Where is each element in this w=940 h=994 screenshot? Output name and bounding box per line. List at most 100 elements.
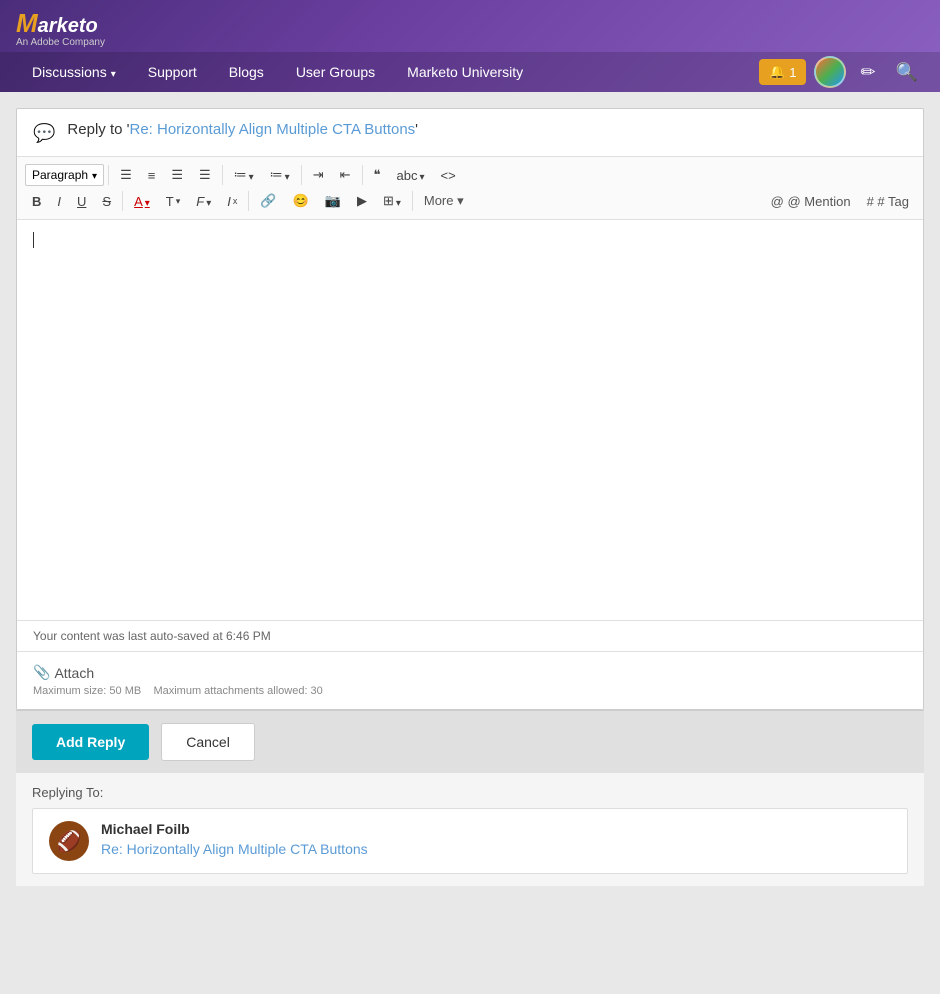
underline-icon: U — [77, 194, 86, 209]
emoji-button[interactable]: 😊 — [286, 189, 316, 213]
align-left-icon: ☰ — [120, 167, 132, 183]
list-unordered-icon: ≔ — [234, 167, 247, 183]
editor-title: Reply to 'Re: Horizontally Align Multipl… — [67, 121, 418, 138]
editor-body[interactable] — [17, 220, 923, 620]
at-icon: @ — [771, 194, 784, 209]
nav-blogs[interactable]: Blogs — [213, 52, 280, 92]
toolbar-separator — [108, 165, 109, 185]
list-unordered-chevron — [249, 168, 254, 183]
align-center-button[interactable]: ≡ — [141, 164, 163, 187]
toolbar-separator-6 — [248, 191, 249, 211]
link-button[interactable]: 🔗 — [253, 189, 283, 213]
edit-icon: ✏ — [860, 62, 875, 82]
attach-info: Maximum size: 50 MB Maximum attachments … — [33, 685, 907, 697]
attach-link[interactable]: 📎 Attach — [33, 664, 907, 681]
replying-label: Replying To: — [32, 785, 908, 800]
title-suffix: ' — [415, 121, 418, 138]
list-ordered-button[interactable]: ≔ — [263, 163, 297, 187]
main-content: 💬 Reply to 'Re: Horizontally Align Multi… — [0, 92, 940, 976]
nav-support[interactable]: Support — [132, 52, 213, 92]
editor-container: 💬 Reply to 'Re: Horizontally Align Multi… — [16, 108, 924, 710]
mention-tag-group: @ @ Mention # # Tag — [765, 191, 915, 212]
add-reply-button[interactable]: Add Reply — [32, 724, 149, 760]
toolbar-separator-4 — [362, 165, 363, 185]
bell-icon: 🔔 — [769, 64, 785, 80]
nav-user-groups-label: User Groups — [296, 64, 375, 80]
italic-icon: I — [57, 194, 61, 209]
search-button[interactable]: 🔍 — [890, 56, 924, 89]
toolbar-separator-3 — [301, 165, 302, 185]
reply-post-title[interactable]: Re: Horizontally Align Multiple CTA Butt… — [101, 841, 368, 857]
attach-label: Attach — [54, 665, 94, 681]
title-prefix: Reply to ' — [67, 121, 129, 138]
camera-icon: 📷 — [325, 193, 341, 209]
search-icon: 🔍 — [896, 62, 918, 82]
strikethrough-button[interactable]: S — [95, 190, 118, 213]
nav-marketo-university[interactable]: Marketo University — [391, 52, 539, 92]
font-family-icon: F — [196, 194, 204, 209]
italic-button[interactable]: I — [50, 190, 68, 213]
mention-button[interactable]: @ @ Mention — [765, 191, 857, 212]
table-button[interactable]: ⊞ — [376, 189, 408, 213]
more-button[interactable]: More ▾ — [417, 189, 471, 213]
align-center-icon: ≡ — [148, 168, 156, 183]
logo-bar: Marketo An Adobe Company — [0, 0, 940, 52]
reply-avatar: 🏈 — [49, 821, 89, 861]
video-icon: ▶ — [357, 193, 367, 209]
tag-button[interactable]: # # Tag — [861, 191, 915, 212]
blockquote-button[interactable]: ❝ — [367, 163, 388, 187]
clear-format-icon: I — [227, 194, 231, 209]
toolbar-row2: B I U S A T▾ — [25, 189, 915, 213]
bold-icon: B — [32, 194, 41, 209]
indent-button[interactable]: ⇥ — [306, 163, 331, 187]
attach-section: 📎 Attach Maximum size: 50 MB Maximum att… — [17, 651, 923, 709]
football-icon: 🏈 — [57, 829, 82, 854]
attach-max-count: Maximum attachments allowed: 30 — [153, 685, 322, 697]
text-size-icon: T — [166, 194, 174, 209]
tag-label: # Tag — [877, 194, 909, 209]
more-label: More ▾ — [424, 193, 464, 209]
table-icon: ⊞ — [383, 193, 394, 209]
edit-button[interactable]: ✏ — [854, 56, 881, 89]
notification-count: 1 — [789, 65, 796, 80]
outdent-button[interactable]: ⇤ — [333, 163, 358, 187]
source-button[interactable]: <> — [434, 164, 463, 187]
align-left-button[interactable]: ☰ — [113, 163, 139, 187]
cancel-button[interactable]: Cancel — [161, 723, 255, 761]
nav-discussions[interactable]: Discussions — [16, 52, 132, 92]
font-color-button[interactable]: A — [127, 190, 157, 213]
video-button[interactable]: ▶ — [350, 189, 374, 213]
font-family-button[interactable]: F — [189, 190, 218, 213]
chevron-down-icon — [111, 64, 116, 80]
logo-text: arketo — [38, 15, 98, 37]
font-family-chevron — [206, 194, 211, 209]
outdent-icon: ⇤ — [340, 167, 351, 183]
paragraph-chevron-icon — [92, 168, 97, 182]
spellcheck-chevron — [419, 168, 424, 183]
image-button[interactable]: 📷 — [318, 189, 348, 213]
notification-button[interactable]: 🔔 1 — [759, 59, 806, 85]
bold-button[interactable]: B — [25, 190, 48, 213]
mention-label: @ Mention — [788, 194, 851, 209]
text-size-button[interactable]: T▾ — [159, 190, 187, 213]
paragraph-select[interactable]: Paragraph — [25, 164, 104, 186]
spellcheck-button[interactable]: abc — [390, 164, 432, 187]
editor-toolbar: Paragraph ☰ ≡ ☰ ☰ ≔ — [17, 157, 923, 220]
nav-user-groups[interactable]: User Groups — [280, 52, 391, 92]
nav-bar: Discussions Support Blogs User Groups Ma… — [0, 52, 940, 92]
hash-icon: # — [867, 194, 874, 209]
font-color-chevron — [145, 194, 150, 209]
nav-right: 🔔 1 ✏ 🔍 — [759, 56, 924, 89]
emoji-icon: 😊 — [293, 193, 309, 209]
clear-format-button[interactable]: Ix — [220, 190, 244, 213]
avatar[interactable] — [814, 56, 846, 88]
spellcheck-icon: abc — [397, 168, 418, 183]
align-right-button[interactable]: ☰ — [164, 163, 190, 187]
list-unordered-button[interactable]: ≔ — [227, 163, 261, 187]
align-justify-button[interactable]: ☰ — [192, 163, 218, 187]
font-color-icon: A — [134, 194, 143, 209]
title-link[interactable]: Re: Horizontally Align Multiple CTA Butt… — [129, 121, 415, 138]
logo-m-icon: M — [16, 8, 38, 38]
underline-button[interactable]: U — [70, 190, 93, 213]
nav-university-label: Marketo University — [407, 64, 523, 80]
